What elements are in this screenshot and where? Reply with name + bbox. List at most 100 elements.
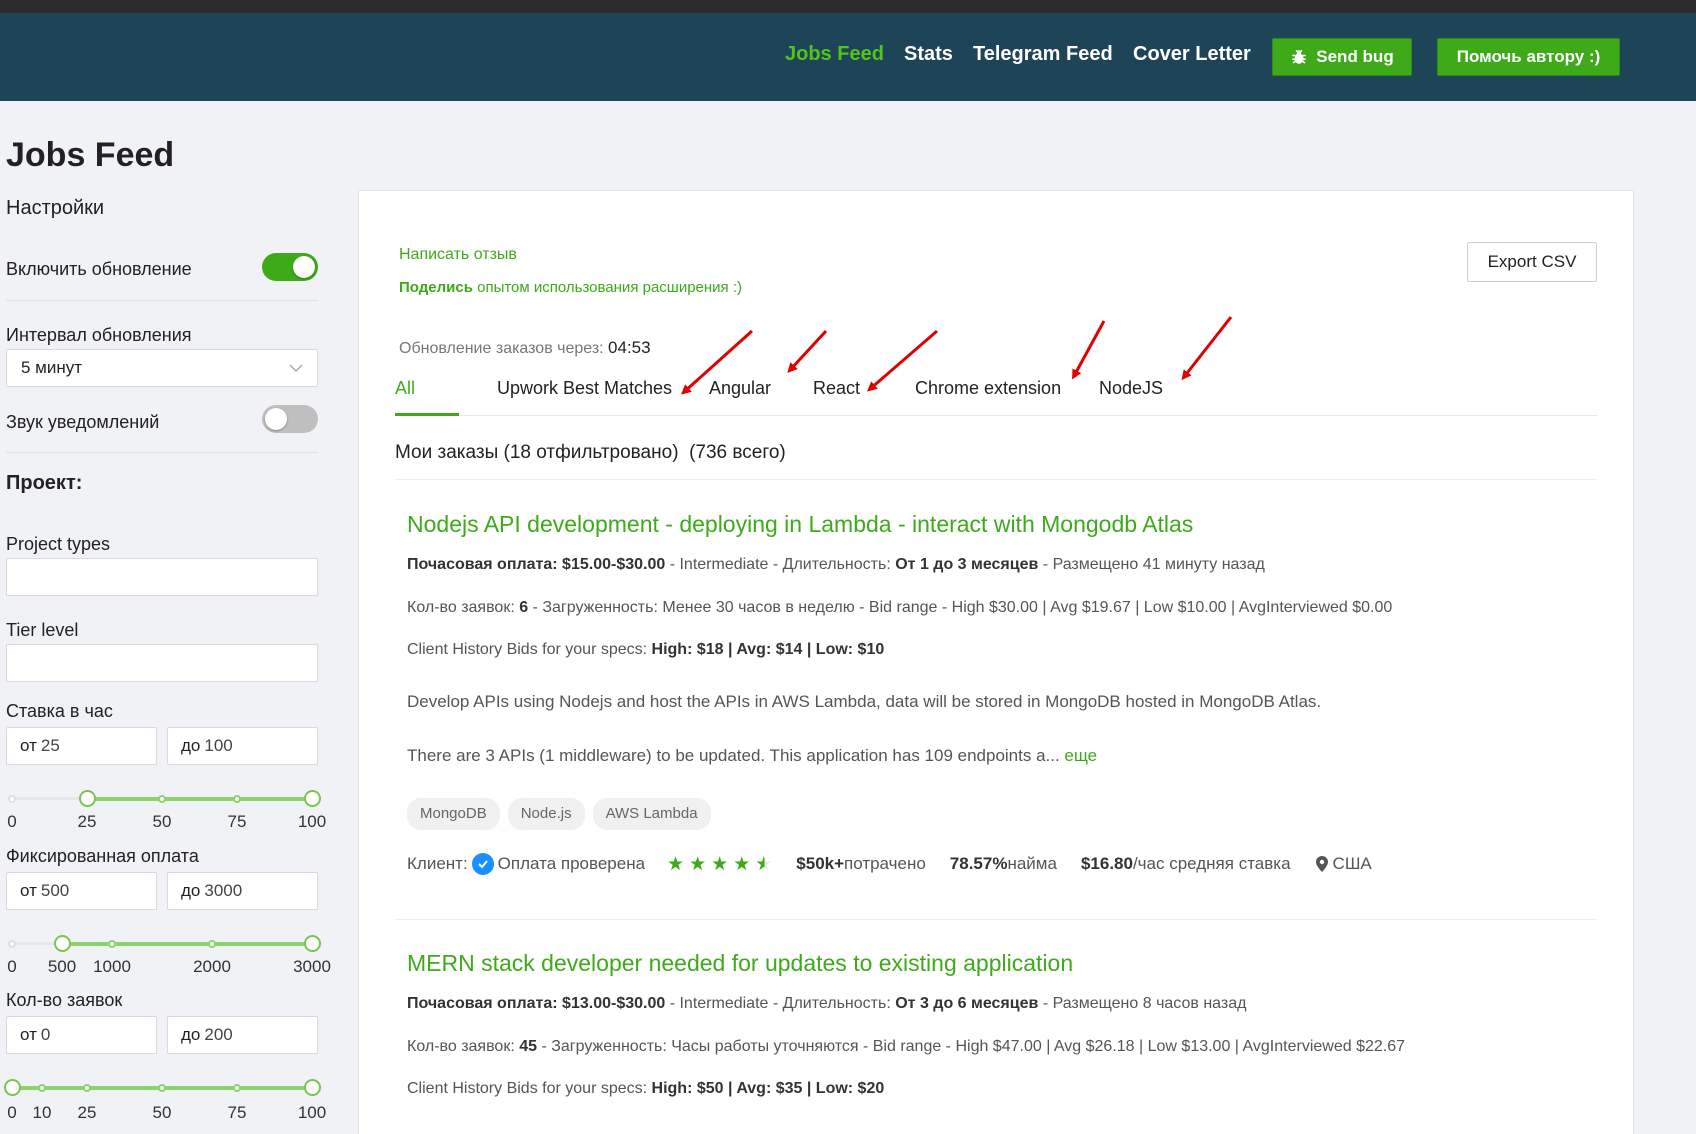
share-experience-link[interactable]: Поделись опытом использования расширения… [399,279,742,296]
nav-jobs-feed[interactable]: Jobs Feed [785,43,884,66]
star-icon: ★ [689,853,707,875]
proposals-label: Кол-во заявок [6,990,123,1010]
client-country: США [1332,854,1372,873]
job-rate: Почасовая оплата: $15.00-$30.00 [407,556,666,573]
write-review-link[interactable]: Написать отзыв [399,246,517,264]
history-label: Client History Bids for your specs: [407,1080,652,1097]
fixed-to-input[interactable]: до 3000 [167,872,318,910]
star-icon: ★ [711,853,729,875]
sound-toggle[interactable] [262,405,318,433]
window-top-strip [0,0,1696,13]
fixed-slider-marks: 0 500 1000 2000 3000 [7,957,331,977]
help-author-label: Помочь автору :) [1456,47,1601,66]
tab-upwork-best-matches[interactable]: Upwork Best Matches [497,378,672,399]
active-tab-indicator [395,413,459,416]
tab-react[interactable]: React [813,378,860,399]
refresh-interval-value: 5 минут [21,358,83,377]
slider-mark: 75 [227,1103,247,1122]
skill-tag[interactable]: MongoDB [407,798,500,830]
jobs-panel: Написать отзыв Поделись опытом использов… [358,190,1634,1134]
tab-nodejs[interactable]: NodeJS [1099,378,1163,399]
slider-handle-max[interactable] [304,935,321,952]
skill-tag[interactable]: Node.js [507,798,585,830]
share-rest: опытом использования расширения :) [472,279,742,296]
tab-all[interactable]: All [395,378,415,399]
avg-rate-value: $16.80 [1080,854,1133,873]
fixed-from-input[interactable]: от 500 [6,872,157,910]
refresh-countdown: Обновление заказов через: 04:53 [399,338,651,358]
slider-mark-dot [8,940,16,948]
enable-refresh-label: Включить обновление [6,259,192,279]
job-description: Develop APIs using Nodejs and host the A… [407,692,1322,711]
hourly-from-input[interactable]: от 25 [6,727,157,765]
tab-chrome-extension[interactable]: Chrome extension [915,378,1061,399]
job-level: - Intermediate - Длительность: [665,995,896,1012]
hourly-to-input[interactable]: до 100 [167,727,318,765]
proposals-label: Кол-во заявок: [407,599,520,616]
slider-mark: 2000 [193,957,231,976]
slider-handle-max[interactable] [304,790,321,807]
proposals-value: 6 [519,599,529,616]
more-link[interactable]: еще [1064,746,1097,765]
slider-mark: 10 [32,1103,52,1122]
job-description-more: There are 3 APIs (1 middleware) to be up… [407,746,1097,766]
half-star-icon: ★ [755,853,773,875]
job-title-link[interactable]: MERN stack developer needed for updates … [407,950,1587,977]
to-prefix: до [181,1025,201,1044]
fixed-to-value: 3000 [204,881,243,900]
fixed-price-slider[interactable] [8,933,321,953]
job-load: - Загруженность: Менее 30 часов в неделю… [528,599,1393,616]
hire-rate-value: 78.57% [949,854,1008,873]
export-csv-button[interactable]: Export CSV [1467,242,1597,282]
slider-mark: 100 [297,812,327,831]
job-load: - Загруженность: Часы работы уточняются … [537,1038,1405,1055]
from-prefix: от [20,881,37,900]
proposals-from-input[interactable]: от 0 [6,1016,157,1054]
tab-angular[interactable]: Angular [709,378,771,399]
job-title-link[interactable]: Nodejs API development - deploying in La… [407,511,1587,538]
slider-mark: 50 [152,1103,172,1122]
hourly-rate-slider[interactable] [8,788,321,808]
enable-refresh-toggle[interactable] [262,253,318,281]
proposals-to-input[interactable]: до 200 [167,1016,318,1054]
slider-mark-dot [83,1084,91,1092]
job-posted: - Размещено 41 минуту назад [1038,556,1265,573]
divider [395,919,1597,920]
spent-label: потрачено [844,854,926,873]
from-prefix: от [20,1025,37,1044]
slider-handle-min[interactable] [54,935,71,952]
top-header: Jobs Feed Stats Telegram Feed Cover Lett… [0,13,1696,101]
nav-stats[interactable]: Stats [904,43,953,66]
nav-cover-letter[interactable]: Cover Letter [1133,43,1251,66]
help-author-button[interactable]: Помочь автору :) [1437,38,1620,76]
project-heading: Проект: [6,472,83,494]
history-label: Client History Bids for your specs: [407,641,652,658]
slider-handle-min[interactable] [79,790,96,807]
toggle-knob [265,408,287,430]
skill-tag[interactable]: AWS Lambda [592,798,711,830]
send-bug-button[interactable]: Send bug [1272,38,1412,76]
slider-track [62,942,312,946]
hourly-from-value: 25 [40,736,60,755]
slider-mark-dot [158,795,166,803]
job-rate-line: Почасовая оплата: $15.00-$30.00 - Interm… [407,556,1265,574]
tier-level-select[interactable] [6,644,318,682]
tier-level-label: Tier level [6,620,79,640]
project-types-select[interactable] [6,558,318,596]
client-info: Клиент: Оплата проверена ★ ★ ★ ★ ★ $50k+… [407,853,1372,875]
to-prefix: до [181,736,201,755]
share-bold: Поделись [399,279,473,296]
proposals-label: Кол-во заявок: [407,1038,520,1055]
job-rate: Почасовая оплата: $13.00-$30.00 [407,995,666,1012]
nav-telegram-feed[interactable]: Telegram Feed [973,43,1113,66]
tabs-divider [395,415,1597,416]
slider-handle-min[interactable] [4,1079,21,1096]
slider-handle-max[interactable] [304,1079,321,1096]
toggle-knob [293,256,315,278]
fixed-from-value: 500 [40,881,70,900]
project-types-label: Project types [6,534,111,554]
bug-icon [1292,49,1307,64]
refresh-interval-select[interactable]: 5 минут [6,349,318,387]
proposals-value: 45 [519,1038,537,1055]
proposals-slider[interactable] [4,1077,321,1097]
